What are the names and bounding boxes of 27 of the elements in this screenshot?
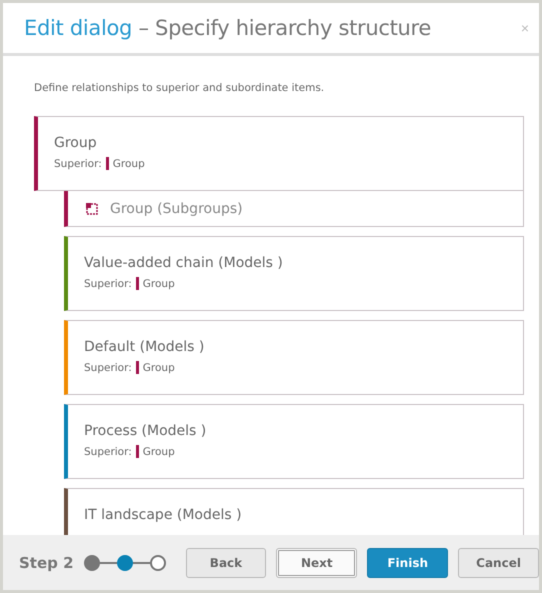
hierarchy-card[interactable]: Process (Models ) Superior: Group	[64, 404, 524, 479]
intro-text: Define relationships to superior and subordinate items.	[34, 82, 326, 94]
superior-name: Group	[142, 362, 175, 374]
finish-button[interactable]: Finish	[367, 548, 448, 578]
next-button[interactable]: Next	[276, 548, 358, 578]
subgroup-icon	[86, 202, 98, 214]
superior-label: Superior:	[84, 362, 132, 374]
step-label: Step 2	[19, 554, 74, 572]
superior-name: Group	[142, 446, 175, 458]
superior-label: Superior:	[54, 158, 102, 170]
card-title: Group	[54, 135, 98, 151]
hierarchy-card[interactable]: Value-added chain (Models ) Superior: Group	[64, 236, 524, 311]
dialog-title: Edit dialog – Specify hierarchy structure	[24, 16, 432, 40]
hierarchy-card[interactable]: Default (Models ) Superior: Group	[64, 320, 524, 395]
card-title: Process (Models )	[84, 423, 208, 439]
subgroup-row[interactable]: Group (Subgroups)	[64, 191, 524, 227]
cancel-button[interactable]: Cancel	[458, 548, 539, 578]
card-title: Default (Models )	[84, 339, 206, 355]
card-title: Value-added chain (Models )	[84, 255, 284, 271]
back-button[interactable]: Back	[186, 548, 266, 578]
superior-label: Superior:	[84, 446, 132, 458]
superior-label: Superior:	[84, 278, 132, 290]
superior-name: Group	[112, 158, 145, 170]
card-title: IT landscape (Models )	[84, 507, 243, 523]
subgroup-title: Group (Subgroups)	[110, 200, 243, 216]
superior-name: Group	[142, 278, 175, 290]
hierarchy-card[interactable]: Group Superior: Group	[34, 116, 524, 191]
